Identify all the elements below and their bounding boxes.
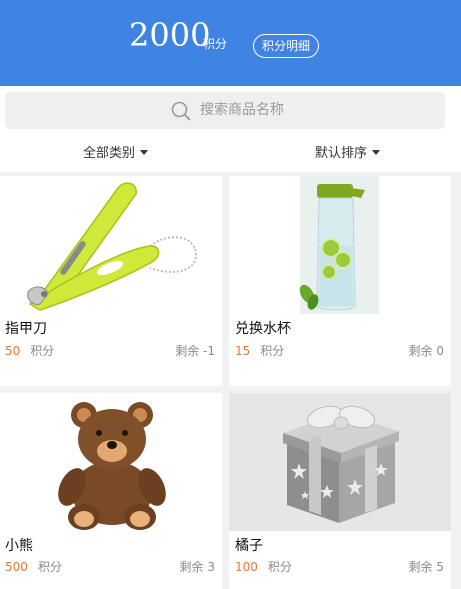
product-price: 500 [5, 560, 28, 574]
product-price-unit: 积分 [260, 344, 285, 358]
sort-filter-dropdown[interactable]: 默认排序 [315, 138, 381, 172]
search-bar: 搜索商品名称 [0, 86, 461, 138]
nail-clipper-image [0, 176, 222, 316]
product-name: 橘子 [235, 538, 263, 554]
search-input[interactable]: 搜索商品名称 [5, 92, 445, 129]
product-name: 指甲刀 [5, 321, 47, 337]
product-stock: 剩余 -1 [175, 344, 215, 358]
category-filter-dropdown[interactable]: 全部类别 [83, 138, 149, 172]
product-price-unit: 积分 [30, 344, 55, 358]
header-bar: 2000 积分 积分明细 [0, 0, 461, 86]
product-price: 50 [5, 344, 21, 358]
product-card[interactable]: 橘子 100 积分 剩余 5 [229, 393, 451, 589]
product-price-unit: 积分 [267, 560, 292, 574]
product-price: 15 [235, 344, 251, 358]
product-stock: 剩余 3 [179, 560, 215, 574]
product-card[interactable]: 兑换水杯 15 积分 剩余 0 [229, 176, 451, 386]
product-meta: 500 积分 剩余 3 [5, 559, 215, 575]
search-icon [171, 101, 191, 121]
search-placeholder: 搜索商品名称 [200, 102, 284, 118]
product-meta: 100 积分 剩余 5 [235, 559, 444, 575]
category-filter-label: 全部类别 [83, 146, 136, 161]
points-detail-button[interactable]: 积分明细 [253, 34, 319, 58]
product-stock: 剩余 5 [408, 560, 444, 574]
product-name: 兑换水杯 [235, 321, 291, 337]
teddy-bear-image [0, 393, 222, 533]
caret-down-icon [140, 150, 149, 155]
product-name: 小熊 [5, 538, 33, 554]
product-card[interactable]: 指甲刀 50 积分 剩余 -1 [0, 176, 222, 386]
caret-down-icon [372, 150, 381, 155]
product-meta: 15 积分 剩余 0 [235, 343, 444, 359]
filter-bar: 全部类别 默认排序 [0, 138, 461, 172]
product-meta: 50 积分 剩余 -1 [5, 343, 215, 359]
product-stock: 剩余 0 [408, 344, 444, 358]
gift-box-image [229, 393, 451, 531]
product-price: 100 [235, 560, 258, 574]
sort-filter-label: 默认排序 [315, 146, 368, 161]
points-unit-label: 积分 [203, 37, 228, 51]
product-price-unit: 积分 [37, 560, 62, 574]
product-card[interactable]: 小熊 500 积分 剩余 3 [0, 393, 222, 589]
water-bottle-image [229, 176, 451, 316]
points-balance: 2000 [129, 16, 211, 54]
